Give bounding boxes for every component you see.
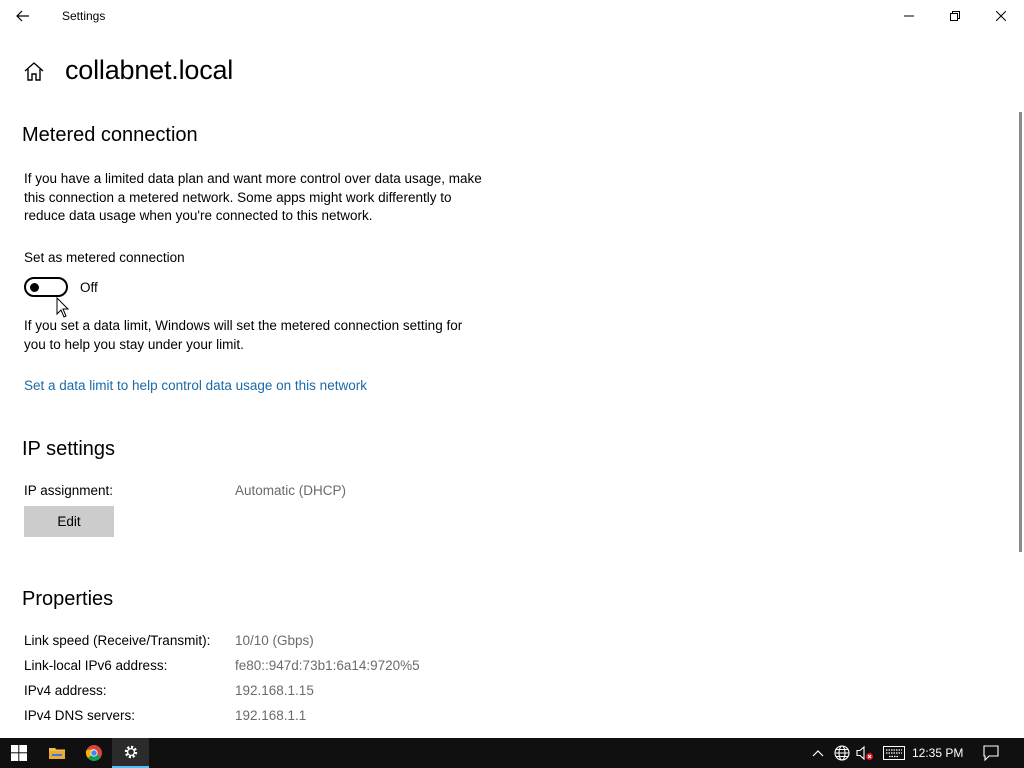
notification-icon: [983, 745, 999, 761]
chevron-up-icon: [812, 750, 824, 757]
metered-toggle-label: Set as metered connection: [24, 250, 185, 265]
property-key: Link speed (Receive/Transmit):: [24, 633, 211, 648]
window-title: Settings: [62, 9, 106, 23]
speaker-muted-icon: [856, 745, 873, 761]
edit-ip-button[interactable]: Edit: [24, 506, 114, 537]
ip-assignment-value: Automatic (DHCP): [235, 483, 347, 498]
property-value: 192.168.1.15: [235, 683, 314, 698]
taskbar-chrome[interactable]: [75, 738, 112, 768]
close-icon: [996, 11, 1006, 21]
data-limit-text: If you set a data limit, Windows will se…: [24, 318, 463, 352]
toggle-knob: [30, 283, 39, 292]
taskbar-settings[interactable]: [112, 738, 149, 768]
globe-icon: [834, 745, 850, 761]
back-arrow-icon: [16, 10, 29, 22]
property-key: IPv4 address:: [24, 683, 107, 698]
scrollbar[interactable]: [1019, 112, 1022, 552]
property-value: 192.168.1.1: [235, 708, 307, 723]
ip-settings-heading: IP settings: [22, 438, 116, 460]
keyboard-icon: [883, 746, 905, 760]
property-value: 10/10 (Gbps): [235, 633, 314, 648]
back-button[interactable]: [0, 0, 46, 32]
taskbar-file-explorer[interactable]: [38, 738, 75, 768]
gear-icon: [124, 745, 137, 759]
folder-icon: [48, 748, 65, 759]
chrome-icon: [85, 745, 102, 761]
title-bar: Settings: [0, 0, 1024, 32]
touch-keyboard-tray[interactable]: [883, 744, 905, 762]
mouse-cursor-icon: [56, 297, 70, 318]
action-center[interactable]: [982, 744, 1000, 762]
metered-toggle[interactable]: [24, 277, 68, 297]
properties-heading: Properties: [22, 588, 114, 610]
taskbar: 12:35 PM: [0, 738, 1024, 768]
minimize-button[interactable]: [886, 0, 932, 32]
metered-heading: Metered connection: [22, 124, 198, 146]
close-button[interactable]: [978, 0, 1024, 32]
metered-description: If you have a limited data plan and want…: [24, 171, 482, 223]
network-tray[interactable]: [833, 744, 851, 762]
property-key: IPv4 DNS servers:: [24, 708, 136, 723]
restore-button[interactable]: [932, 0, 978, 32]
metered-toggle-state: Off: [80, 280, 98, 295]
taskbar-clock[interactable]: 12:35 PM: [912, 746, 963, 760]
property-value: fe80::947d:73b1:6a14:9720%5: [235, 658, 420, 673]
ip-assignment-label: IP assignment:: [24, 483, 114, 498]
home-icon[interactable]: [22, 60, 46, 84]
settings-window: Settings collabnet.local Metered connect…: [0, 0, 1024, 738]
show-hidden-icons[interactable]: [809, 744, 827, 762]
minimize-icon: [904, 15, 914, 17]
page-title: collabnet.local: [65, 55, 234, 85]
property-key: Link-local IPv6 address:: [24, 658, 168, 673]
data-limit-link[interactable]: Set a data limit to help control data us…: [24, 378, 367, 393]
windows-logo-icon: [10, 745, 27, 761]
volume-tray[interactable]: [856, 744, 874, 762]
start-button[interactable]: [0, 738, 37, 768]
restore-icon: [950, 11, 960, 21]
